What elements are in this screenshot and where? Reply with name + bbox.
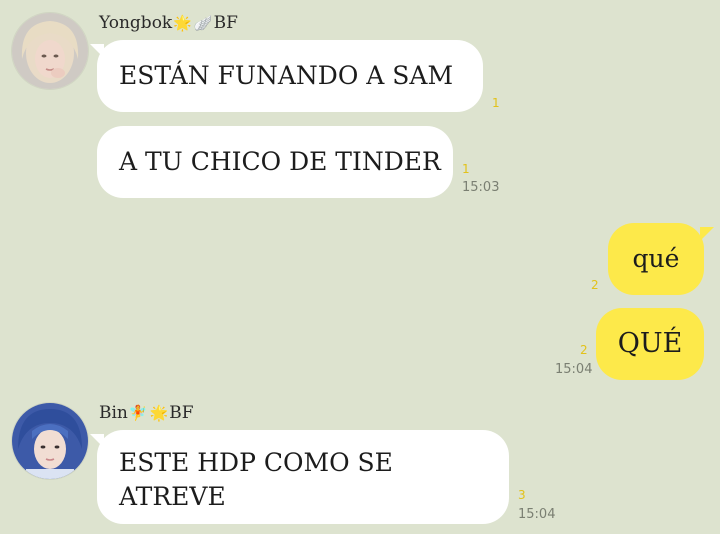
star-emoji-icon: 🌟 [149,404,169,422]
message-text: QUÉ [617,328,683,359]
read-count: 1 [462,162,470,176]
timestamp: 15:04 [518,507,556,522]
read-count: 1 [492,96,500,110]
sender-name-yongbok: Yongbok🌟 🪽BF [99,13,238,33]
fairy-emoji-icon: 🧚 [128,404,148,422]
sender-name-bin: Bin🧚 🌟BF [99,403,194,423]
message-text: qué [632,244,680,273]
blonde-person-avatar-icon [12,13,88,89]
read-count: 3 [518,488,526,502]
message-text-line: ATREVE [119,482,226,511]
read-count: 2 [580,343,588,357]
read-count: 2 [591,278,599,292]
timestamp: 15:03 [462,180,500,195]
message-bubble[interactable]: ESTE HDP COMO SE ATREVE [97,430,509,524]
avatar-yongbok[interactable] [11,12,89,90]
message-text: ESTÁN FUNANDO A SAM [119,61,454,90]
wing-emoji-icon: 🪽 [193,14,213,32]
star-emoji-icon: 🌟 [173,14,192,32]
bubble-tail [700,227,714,241]
message-bubble[interactable]: A TU CHICO DE TINDER [97,126,453,198]
message-text: A TU CHICO DE TINDER [119,147,441,176]
message-bubble[interactable]: ESTÁN FUNANDO A SAM [97,40,483,112]
blue-hair-person-avatar-icon [12,403,88,479]
message-text-line: ESTE HDP COMO SE [119,448,393,477]
message-bubble[interactable]: QUÉ [596,308,704,380]
timestamp: 15:04 [555,362,593,377]
avatar-bin[interactable] [11,402,89,480]
message-bubble[interactable]: qué [608,223,704,295]
